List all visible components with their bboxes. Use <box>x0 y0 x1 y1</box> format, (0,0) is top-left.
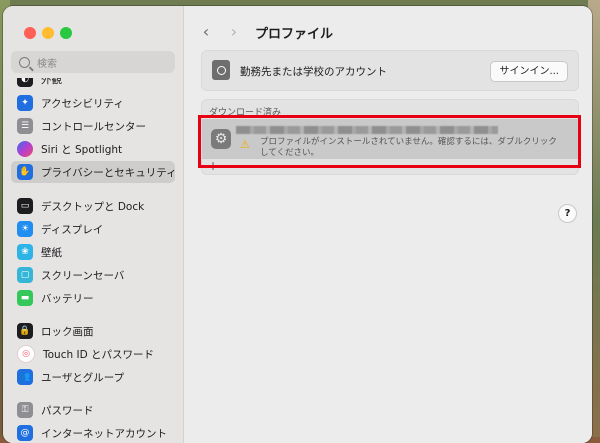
sidebar-item-lock-screen[interactable]: 🔒 ロック画面 <box>11 320 175 342</box>
sidebar-item-battery[interactable]: ▬ バッテリー <box>11 287 175 309</box>
sidebar-item-internet-accounts[interactable]: @ インターネットアカウント <box>11 422 175 443</box>
sidebar-item-displays[interactable]: ☀ ディスプレイ <box>11 218 175 240</box>
sidebar-item-control-center[interactable]: ☰ コントロールセンター <box>11 115 175 137</box>
battery-icon: ▬ <box>17 290 33 306</box>
sidebar-item-users-groups[interactable]: 👥 ユーザとグループ <box>11 366 175 388</box>
help-button[interactable]: ? <box>558 204 577 223</box>
lock-icon: 🔒 <box>17 323 33 339</box>
sidebar-item-appearance[interactable]: ◐ 外観 <box>11 78 175 90</box>
badge-icon <box>212 60 230 80</box>
sidebar: 検索 ◐ 外観 ✦ アクセシビリティ ☰ コントロールセンター Siri と S… <box>3 6 184 443</box>
fingerprint-icon: ◎ <box>17 345 35 363</box>
users-icon: 👥 <box>17 369 33 385</box>
appearance-icon: ◐ <box>17 78 33 87</box>
hand-icon: ✋ <box>17 164 33 180</box>
key-icon: ⚿ <box>17 402 33 418</box>
minimize-window-button[interactable] <box>42 27 54 39</box>
sign-in-button[interactable]: サインイン... <box>490 61 568 82</box>
account-card: 勤務先または学校のアカウント サインイン... <box>201 50 579 91</box>
forward-button[interactable]: › <box>226 24 242 40</box>
search-icon <box>19 56 30 68</box>
sidebar-item-passwords[interactable]: ⚿ パスワード <box>11 399 175 421</box>
sidebar-item-siri-spotlight[interactable]: Siri と Spotlight <box>11 138 175 160</box>
siri-icon <box>17 141 33 157</box>
screensaver-icon: ▢ <box>17 267 33 283</box>
display-icon: ☀ <box>17 221 33 237</box>
account-label: 勤務先または学校のアカウント <box>240 66 387 78</box>
page-title: プロファイル <box>255 27 334 42</box>
wallpaper-icon: ❀ <box>17 244 33 260</box>
close-window-button[interactable] <box>24 27 36 39</box>
sidebar-item-touch-id[interactable]: ◎ Touch ID とパスワード <box>11 343 175 365</box>
sidebar-item-accessibility[interactable]: ✦ アクセシビリティ <box>11 92 175 114</box>
sidebar-item-screensaver[interactable]: ▢ スクリーンセーバ <box>11 264 175 286</box>
at-icon: @ <box>17 425 33 441</box>
highlight-annotation-box <box>198 115 581 168</box>
control-center-icon: ☰ <box>17 118 33 134</box>
back-button[interactable]: ‹ <box>198 24 214 40</box>
search-placeholder: 検索 <box>37 58 57 70</box>
sidebar-item-wallpaper[interactable]: ❀ 壁紙 <box>11 241 175 263</box>
sidebar-item-privacy-security[interactable]: ✋ プライバシーとセキュリティ <box>11 161 177 183</box>
desktop-icon: ▭ <box>17 198 33 214</box>
search-input[interactable]: 検索 <box>11 51 175 73</box>
zoom-window-button[interactable] <box>60 27 72 39</box>
settings-window: 検索 ◐ 外観 ✦ アクセシビリティ ☰ コントロールセンター Siri と S… <box>3 6 592 443</box>
sidebar-item-desktop-dock[interactable]: ▭ デスクトップと Dock <box>11 195 175 217</box>
main-pane: ‹ › プロファイル 勤務先または学校のアカウント サインイン... ダウンロー… <box>184 6 592 443</box>
accessibility-icon: ✦ <box>17 95 33 111</box>
